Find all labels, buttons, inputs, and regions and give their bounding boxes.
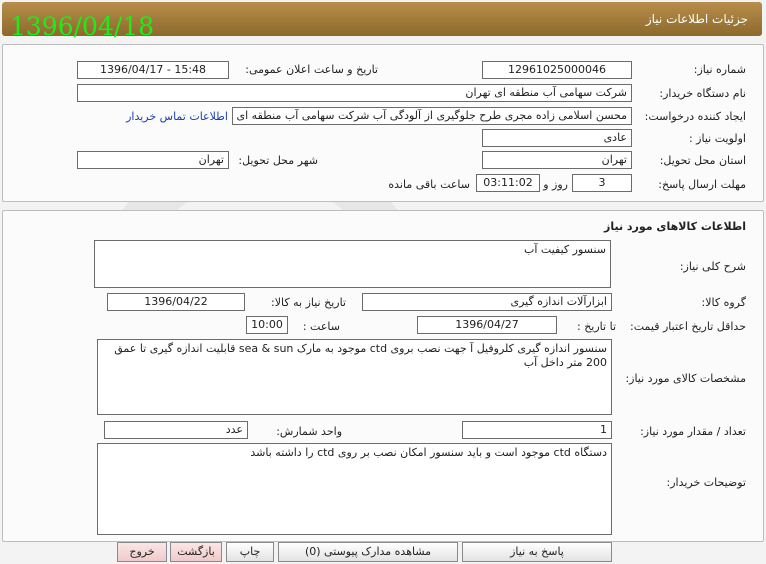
city-label: شهر محل تحویل: [238,154,318,167]
buyer-org-label: نام دستگاه خریدار: [659,87,746,100]
priority-field: عادی [482,129,632,147]
unit-field: عدد [104,421,248,439]
spec-field: سنسور اندازه گیری کلروفیل آ جهت نصب بروی… [97,339,612,415]
reply-button[interactable]: پاسخ به نیاز [462,542,612,562]
goods-group-field: ابزارآلات اندازه گیری [362,293,612,311]
back-button[interactable]: بازگشت [170,542,222,562]
goods-section-title: اطلاعات کالاهای مورد نیاز [604,220,746,233]
print-button[interactable]: چاپ [226,542,274,562]
province-label: استان محل تحویل: [659,154,746,167]
attachments-button[interactable]: مشاهده مدارک پیوستی (0) [278,542,458,562]
summary-label: شرح کلی نیاز: [679,260,746,273]
hour-label: ساعت : [302,320,340,333]
announce-date-label: تاریخ و ساعت اعلان عمومی: [245,63,378,76]
need-date-field: 1396/04/22 [107,293,245,311]
priority-label: اولویت نیاز : [688,132,746,145]
buyer-contact-link[interactable]: اطلاعات تماس خریدار [126,110,228,123]
quantity-label: تعداد / مقدار مورد نیاز: [640,425,746,438]
spec-label: مشخصات کالای مورد نیاز: [625,372,746,385]
deadline-label: مهلت ارسال پاسخ: [658,178,746,191]
days-label: روز و [543,178,568,191]
time-left-field: 03:11:02 [476,174,540,192]
requester-field: محسن اسلامی زاده مجری طرح جلوگیری از آلو… [232,107,632,125]
summary-field: سنسور کیفیت آب [94,240,611,288]
time-left-label: ساعت باقی مانده [388,178,470,191]
province-field: تهران [482,151,632,169]
days-field: 3 [572,174,632,192]
buyer-org-field: شرکت سهامی آب منطقه ای تهران [77,84,632,102]
quantity-field: 1 [462,421,612,439]
until-date-field: 1396/04/27 [417,316,557,334]
city-field: تهران [77,151,229,169]
until-date-label: تا تاریخ : [577,320,616,333]
announce-date-field: 1396/04/17 - 15:48 [77,61,229,79]
buyer-notes-label: توضیحات خریدار: [666,476,747,489]
page-title: جزئیات اطلاعات نیاز [645,12,748,26]
requester-label: ایجاد کننده درخواست: [644,110,746,123]
buyer-notes-field: دستگاه ctd موجود است و باید سنسور امکان … [97,443,612,535]
min-price-date-label: حداقل تاریخ اعتبار قیمت: [630,320,746,333]
date-stamp: 1396/04/18 [10,12,155,41]
hour-field: 10:00 [246,316,288,334]
need-number-field: 12961025000046 [482,61,632,79]
exit-button[interactable]: خروج [117,542,167,562]
goods-group-label: گروه کالا: [701,296,746,309]
need-number-label: شماره نیاز: [693,63,746,76]
need-date-label: تاریخ نیاز به کالا: [271,296,346,309]
unit-label: واحد شمارش: [276,425,342,438]
